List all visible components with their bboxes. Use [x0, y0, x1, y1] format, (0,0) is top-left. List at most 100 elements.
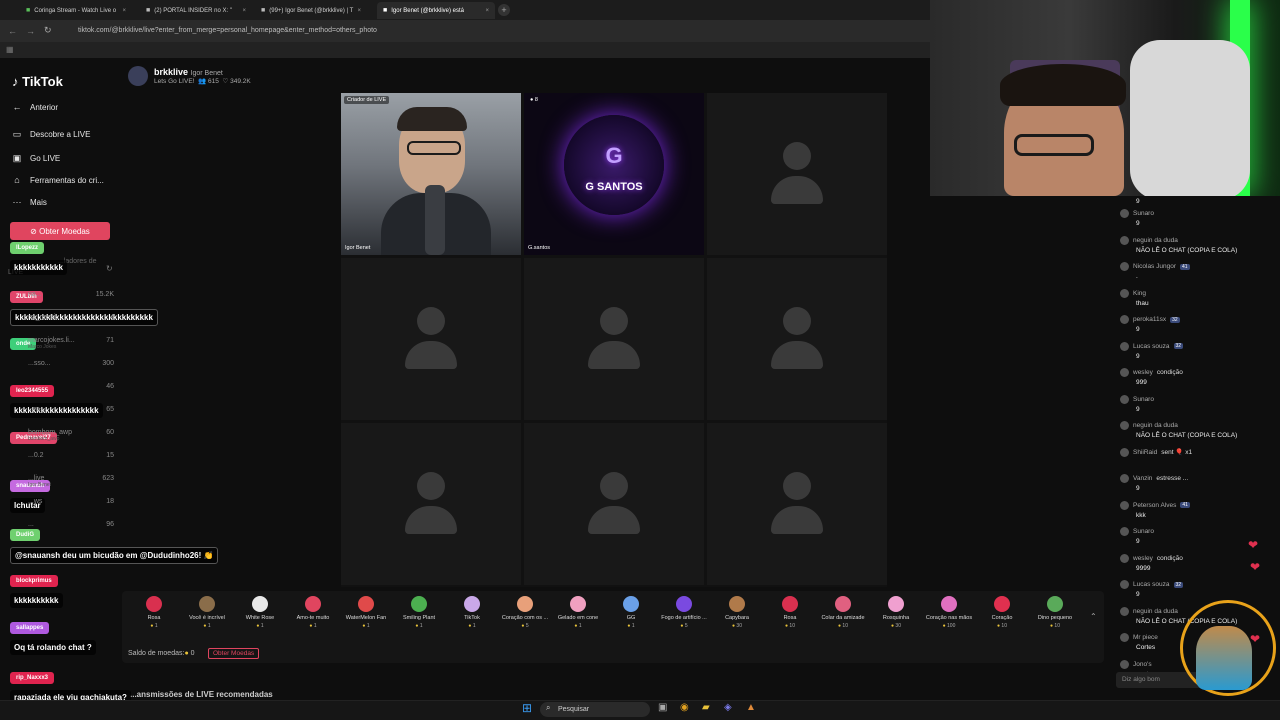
avatar[interactable]	[1120, 633, 1129, 642]
gift-item[interactable]: GG ● 1	[605, 596, 657, 629]
avatar[interactable]	[1120, 288, 1129, 298]
gift-item[interactable]: Colar da amizade ● 10	[817, 596, 869, 629]
host-video[interactable]: Criador de LIVE Igor Benet	[341, 93, 521, 255]
avatar[interactable]	[1120, 500, 1129, 510]
avatar[interactable]	[1120, 421, 1129, 430]
gift-item[interactable]: Capybara ● 30	[711, 596, 763, 629]
avatar[interactable]	[1120, 368, 1129, 377]
close-icon[interactable]: ×	[357, 8, 361, 14]
gift-item[interactable]: Gelado em cone ● 1	[552, 596, 604, 629]
gift-item[interactable]: Rosa ● 10	[764, 596, 816, 629]
url-text[interactable]: tiktok.com/@brkklive/live?enter_from_mer…	[78, 27, 377, 34]
level-badge: 32	[1173, 581, 1184, 588]
avatar[interactable]	[1120, 209, 1129, 218]
chat-message: neguin da duda NÃO LÊ O CHAT (COPIA E COL…	[1120, 421, 1270, 439]
avatar[interactable]	[1120, 315, 1129, 324]
sidebar-item-go-live[interactable]: ▣ Go LIVE	[12, 153, 61, 164]
recommended-row[interactable]: na... 15.2K	[12, 291, 114, 298]
empty-guest-slot[interactable]	[524, 423, 704, 585]
chat-message: wesley condição 999	[1120, 368, 1270, 386]
guest-video-gsantos[interactable]: G G SANTOS ● 8 G.santos	[524, 93, 704, 255]
refresh-icon[interactable]: ↻	[106, 264, 113, 273]
recommended-row[interactable]: ...ra... 65	[12, 406, 114, 413]
browser-tab[interactable]: ■ (99+) Igor Benet (@brkklive) | T ×	[255, 2, 367, 19]
sidebar-item-discover-live[interactable]: ▭ Descobre a LIVE	[12, 129, 91, 140]
chat-message: 9	[1136, 198, 1140, 205]
discord-icon[interactable]: ◈	[724, 702, 732, 713]
avatar[interactable]	[1120, 580, 1129, 589]
avatar[interactable]	[1120, 527, 1129, 536]
overlay-chat-username: blockprimus	[10, 575, 58, 587]
avatar[interactable]	[1120, 394, 1129, 404]
empty-guest-slot[interactable]	[341, 423, 521, 585]
sidebar-item-more[interactable]: ··· Mais	[12, 197, 47, 207]
empty-guest-slot[interactable]	[524, 258, 704, 420]
gift-item[interactable]: Fogo de artifício ... ● 5	[658, 596, 710, 629]
avatar[interactable]	[1120, 606, 1129, 616]
gift-item[interactable]: Coração com os ... ● 5	[499, 596, 551, 629]
overlay-chat-username: DudiG	[10, 529, 40, 541]
buy-coins-button[interactable]: Obter Moedas	[208, 648, 260, 659]
close-icon[interactable]: ×	[485, 8, 489, 14]
folder-icon[interactable]: ▰	[702, 702, 710, 713]
reload-icon[interactable]: ↻	[44, 25, 52, 36]
gift-item[interactable]: Rosquinha ● 30	[870, 596, 922, 629]
avatar[interactable]	[1120, 262, 1129, 271]
browser-tab[interactable]: ■ Igor Benet (@brkklive) está ×	[377, 2, 495, 19]
avatar[interactable]	[1120, 553, 1129, 563]
new-tab-icon[interactable]: +	[498, 4, 510, 16]
gift-item[interactable]: Coração ● 10	[976, 596, 1028, 629]
recommended-row[interactable]: ...0.2 15	[12, 452, 114, 459]
windows-start-icon[interactable]: ⊞	[522, 701, 532, 715]
streamer-hair	[1000, 64, 1126, 106]
gift-item[interactable]: WaterMelon Fan ● 1	[340, 596, 392, 629]
gift-item[interactable]: TikTok ● 1	[446, 596, 498, 629]
empty-guest-slot[interactable]	[707, 93, 887, 255]
sidebar-item-creator-tools[interactable]: ⌂ Ferramentas do cri...	[12, 175, 104, 185]
avatar[interactable]	[1120, 341, 1129, 351]
recommended-row[interactable]: ...ws 18	[12, 498, 114, 505]
empty-guest-slot[interactable]	[707, 423, 887, 585]
back-arrow-icon[interactable]: ←	[8, 26, 17, 36]
gift-item[interactable]: Amo-te muito ● 1	[287, 596, 339, 629]
back-link[interactable]: ← Anterior	[12, 102, 59, 112]
close-icon[interactable]: ×	[122, 8, 126, 14]
chevron-up-icon[interactable]: ⌃	[1090, 612, 1097, 621]
chrome-icon[interactable]: ◉	[680, 702, 689, 713]
streamer-info[interactable]: brkklive Igor Benet Lets Go LIVE! 👥 615 …	[128, 66, 251, 86]
recommended-row[interactable]: marcojokes.li... 71 Marco Jokes	[12, 337, 114, 350]
gift-price: ● 1	[256, 623, 264, 629]
recommended-row[interactable]: ... 96	[12, 521, 114, 528]
host-hair	[397, 107, 467, 131]
empty-guest-slot[interactable]	[707, 258, 887, 420]
recommended-row[interactable]: na_metri... 4	[12, 314, 114, 321]
close-icon[interactable]: ×	[242, 8, 246, 14]
avatar[interactable]	[1120, 474, 1129, 483]
gift-item[interactable]: Rosa ● 1	[128, 596, 180, 629]
user-placeholder-icon	[405, 472, 457, 536]
get-coins-button[interactable]: ⊘ Obter Moedas	[10, 222, 110, 240]
forward-arrow-icon[interactable]: →	[26, 26, 35, 36]
browser-tab[interactable]: ■ Coringa Stream - Watch Live o ×	[20, 2, 132, 19]
browser-tab[interactable]: ■ (2) PORTAL INSIDER no X: " ×	[140, 2, 252, 19]
empty-guest-slot[interactable]	[341, 258, 521, 420]
task-view-icon[interactable]: ▣	[658, 702, 667, 713]
tiktok-logo[interactable]: ♪ TikTok	[12, 74, 63, 89]
taskbar-search[interactable]: Pesquisar	[540, 702, 650, 717]
recommended-row[interactable]: ...live 623 Igor Benet	[12, 475, 114, 488]
apps-icon[interactable]: ▦	[6, 45, 14, 54]
app-icon[interactable]: ▲	[746, 702, 756, 713]
streamer-avatar[interactable]	[128, 66, 148, 86]
recommended-row[interactable]: bombom_awp 60 bombom_awp	[12, 429, 114, 442]
recommended-row[interactable]: ... 46	[12, 383, 114, 390]
gift-item[interactable]: Smiling Plant ● 1	[393, 596, 445, 629]
avatar[interactable]	[1120, 447, 1129, 457]
gift-item[interactable]: Coração nas mãos ● 100	[923, 596, 975, 629]
gift-item[interactable]: Dino pequeno ● 10	[1029, 596, 1081, 629]
gift-item[interactable]: White Rose ● 1	[234, 596, 286, 629]
avatar[interactable]	[1120, 235, 1129, 245]
avatar[interactable]	[1120, 659, 1129, 669]
gift-price: ● 1	[362, 623, 370, 629]
recommended-row[interactable]: ...sso... 300	[12, 360, 114, 367]
gift-item[interactable]: Você é incrível ● 1	[181, 596, 233, 629]
